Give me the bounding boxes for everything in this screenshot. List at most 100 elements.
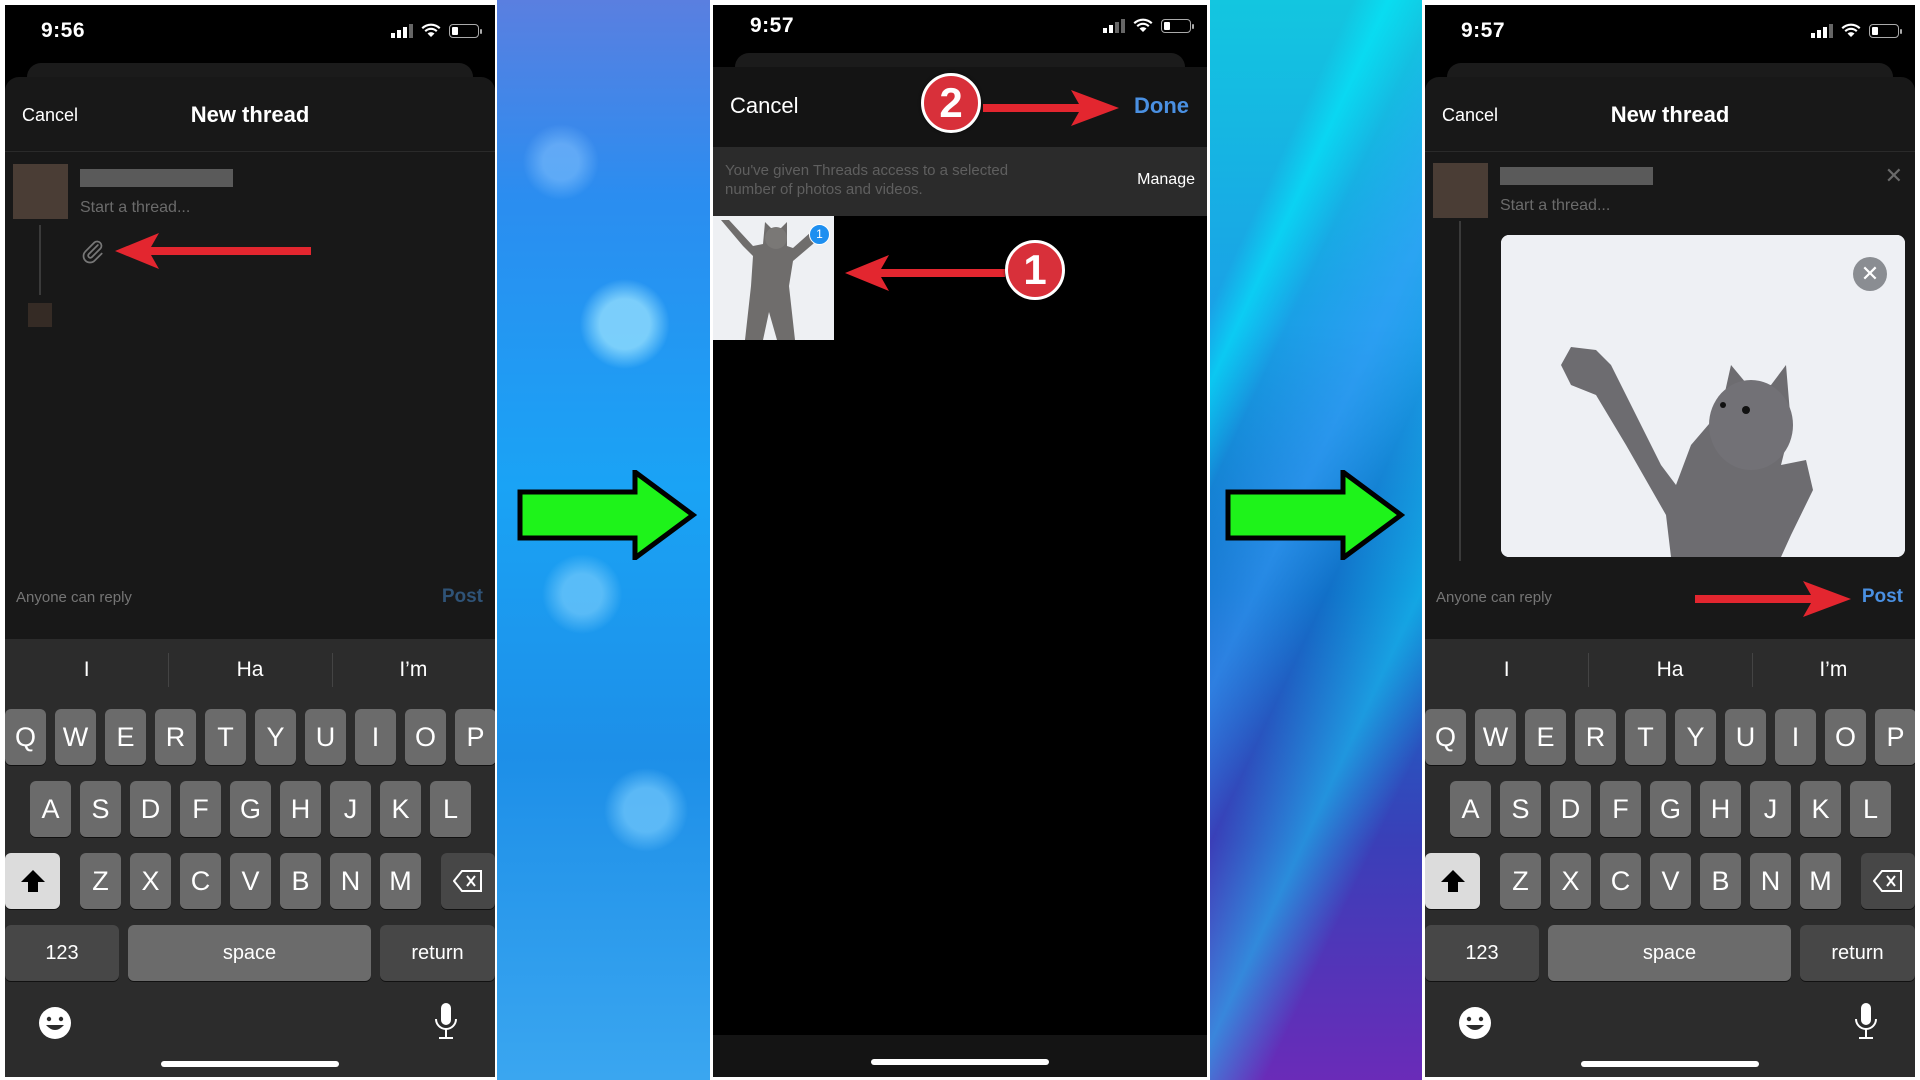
key-f[interactable]: F xyxy=(180,781,221,837)
suggestion[interactable]: Ha xyxy=(168,639,331,701)
reply-setting[interactable]: Anyone can reply xyxy=(16,589,132,606)
reply-setting[interactable]: Anyone can reply xyxy=(1436,589,1552,606)
screen-photo-picker: 9:57 Cancel Done You've given Threads ac… xyxy=(713,5,1207,1077)
key-z[interactable]: Z xyxy=(80,853,121,909)
key-g[interactable]: G xyxy=(1650,781,1691,837)
suggestion[interactable]: I’m xyxy=(1751,639,1915,701)
key-x[interactable]: X xyxy=(1550,853,1591,909)
key-n[interactable]: N xyxy=(330,853,371,909)
key-k[interactable]: K xyxy=(1800,781,1841,837)
suggestion[interactable]: I’m xyxy=(331,639,495,701)
key-e[interactable]: E xyxy=(105,709,146,765)
key-r[interactable]: R xyxy=(1575,709,1616,765)
keyboard: I Ha I’m Q W E R T Y U I O P A S D F G H J K L Z X C V B N M 123 sp… xyxy=(1425,639,1915,1077)
delete-key[interactable] xyxy=(441,853,495,909)
avatar xyxy=(1433,163,1488,218)
key-z[interactable]: Z xyxy=(1500,853,1541,909)
key-e[interactable]: E xyxy=(1525,709,1566,765)
home-indicator xyxy=(161,1061,339,1067)
numbers-key[interactable]: 123 xyxy=(1425,925,1539,981)
return-key[interactable]: return xyxy=(380,925,495,981)
delete-key[interactable] xyxy=(1861,853,1915,909)
key-v[interactable]: V xyxy=(230,853,271,909)
key-a[interactable]: A xyxy=(1450,781,1491,837)
key-i[interactable]: I xyxy=(1775,709,1816,765)
space-key[interactable]: space xyxy=(128,925,371,981)
cancel-button[interactable]: Cancel xyxy=(730,93,798,119)
key-j[interactable]: J xyxy=(1750,781,1791,837)
key-a[interactable]: A xyxy=(30,781,71,837)
key-m[interactable]: M xyxy=(380,853,421,909)
return-key[interactable]: return xyxy=(1800,925,1915,981)
avatar xyxy=(13,164,68,219)
suggestion[interactable]: I xyxy=(5,639,168,701)
signal-icon xyxy=(1103,18,1125,33)
key-b[interactable]: B xyxy=(280,853,321,909)
shift-icon xyxy=(1440,870,1465,892)
key-j[interactable]: J xyxy=(330,781,371,837)
compose-footer: Anyone can reply Post xyxy=(5,579,495,619)
photo-thumbnail[interactable]: 1 xyxy=(713,216,834,340)
remove-thread-icon[interactable]: ✕ xyxy=(1885,163,1903,189)
key-u[interactable]: U xyxy=(305,709,346,765)
suggestion[interactable]: Ha xyxy=(1588,639,1751,701)
key-h[interactable]: H xyxy=(280,781,321,837)
key-d[interactable]: D xyxy=(130,781,171,837)
post-button[interactable]: Post xyxy=(1862,586,1903,608)
emoji-icon[interactable] xyxy=(37,1005,73,1041)
key-l[interactable]: L xyxy=(1850,781,1891,837)
space-key[interactable]: space xyxy=(1548,925,1791,981)
key-d[interactable]: D xyxy=(1550,781,1591,837)
microphone-icon[interactable] xyxy=(433,1001,459,1041)
key-x[interactable]: X xyxy=(130,853,171,909)
key-n[interactable]: N xyxy=(1750,853,1791,909)
key-p[interactable]: P xyxy=(455,709,495,765)
key-k[interactable]: K xyxy=(380,781,421,837)
key-s[interactable]: S xyxy=(1500,781,1541,837)
done-button[interactable]: Done xyxy=(1134,93,1189,119)
key-h[interactable]: H xyxy=(1700,781,1741,837)
key-i[interactable]: I xyxy=(355,709,396,765)
key-l[interactable]: L xyxy=(430,781,471,837)
thread-line xyxy=(39,225,41,295)
screen-new-thread-with-photo: 9:57 Cancel New thread Start a thread...… xyxy=(1425,5,1915,1077)
key-q[interactable]: Q xyxy=(1425,709,1466,765)
emoji-icon[interactable] xyxy=(1457,1005,1493,1041)
key-t[interactable]: T xyxy=(1625,709,1666,765)
annotation-arrow xyxy=(115,233,311,269)
key-r[interactable]: R xyxy=(155,709,196,765)
remove-photo-button[interactable]: ✕ xyxy=(1853,257,1887,291)
key-t[interactable]: T xyxy=(205,709,246,765)
numbers-key[interactable]: 123 xyxy=(5,925,119,981)
key-o[interactable]: O xyxy=(405,709,446,765)
post-button[interactable]: Post xyxy=(442,586,483,608)
key-p[interactable]: P xyxy=(1875,709,1915,765)
manage-button[interactable]: Manage xyxy=(1137,171,1195,189)
shift-key[interactable] xyxy=(1425,853,1480,909)
battery-icon xyxy=(1869,23,1902,38)
key-s[interactable]: S xyxy=(80,781,121,837)
key-c[interactable]: C xyxy=(180,853,221,909)
key-y[interactable]: Y xyxy=(255,709,296,765)
key-y[interactable]: Y xyxy=(1675,709,1716,765)
key-g[interactable]: G xyxy=(230,781,271,837)
key-b[interactable]: B xyxy=(1700,853,1741,909)
thread-input[interactable]: Start a thread... xyxy=(80,199,190,217)
wifi-icon xyxy=(1133,18,1153,32)
key-u[interactable]: U xyxy=(1725,709,1766,765)
suggestion-bar: I Ha I’m xyxy=(1425,639,1915,701)
microphone-icon[interactable] xyxy=(1853,1001,1879,1041)
page-title: New thread xyxy=(1610,102,1730,127)
key-m[interactable]: M xyxy=(1800,853,1841,909)
shift-key[interactable] xyxy=(5,853,60,909)
suggestion[interactable]: I xyxy=(1425,639,1588,701)
key-o[interactable]: O xyxy=(1825,709,1866,765)
key-f[interactable]: F xyxy=(1600,781,1641,837)
paperclip-icon[interactable] xyxy=(80,238,106,264)
key-w[interactable]: W xyxy=(1475,709,1516,765)
key-c[interactable]: C xyxy=(1600,853,1641,909)
key-v[interactable]: V xyxy=(1650,853,1691,909)
key-w[interactable]: W xyxy=(55,709,96,765)
key-q[interactable]: Q xyxy=(5,709,46,765)
thread-input[interactable]: Start a thread... xyxy=(1500,197,1610,215)
